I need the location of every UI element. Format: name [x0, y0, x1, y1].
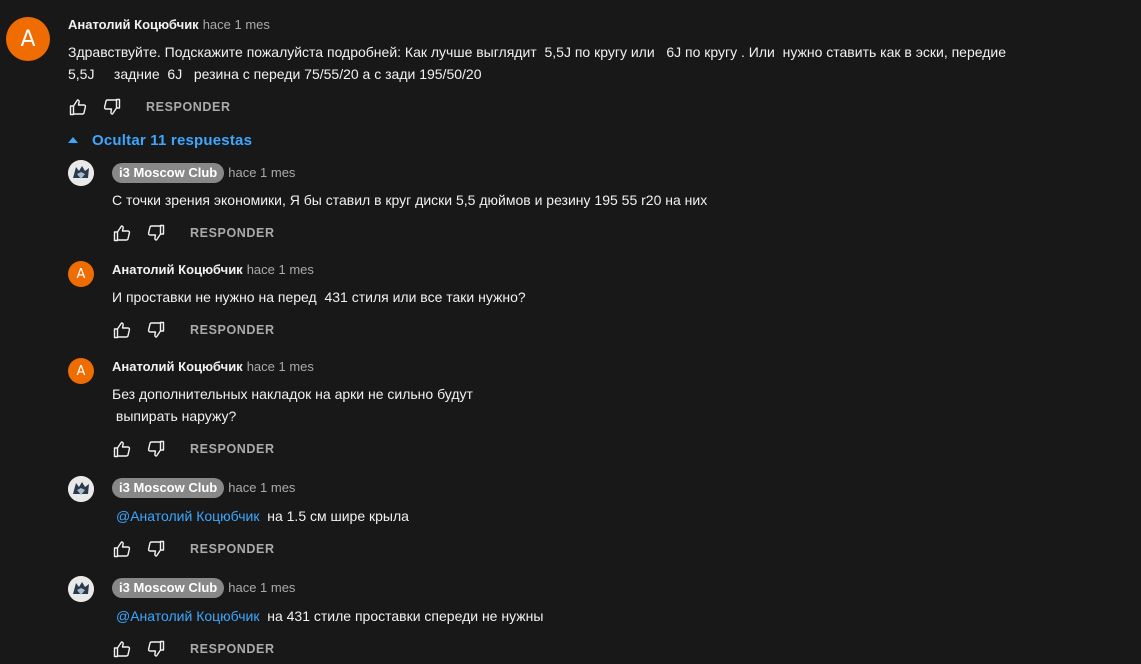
channel-logo-avatar[interactable] — [68, 160, 94, 186]
reply-text-body: С точки зрения экономики, Я бы ставил в … — [112, 192, 708, 208]
wolf-logo-icon — [68, 576, 94, 602]
thumbs-up-icon[interactable] — [112, 223, 132, 243]
reply-button[interactable]: RESPONDER — [190, 323, 275, 337]
channel-owner-badge[interactable]: i3 Moscow Club — [112, 163, 225, 183]
reply-text: С точки зрения экономики, Я бы ставил в … — [112, 189, 707, 211]
thumbs-up-icon[interactable] — [112, 320, 132, 340]
author-name[interactable]: Анатолий Коцюбчик — [112, 359, 243, 374]
channel-logo-avatar[interactable] — [68, 576, 94, 602]
avatar-letter: A — [20, 26, 36, 52]
avatar-letter: A — [76, 266, 86, 282]
reply-actions: RESPONDER — [112, 439, 275, 459]
reply-button[interactable]: RESPONDER — [190, 442, 275, 456]
reply-actions: RESPONDER — [112, 539, 275, 559]
comment-text-line: 5,5J задние 6J резина с переди 75/55/20 … — [68, 66, 482, 82]
thumbs-down-icon[interactable] — [146, 320, 166, 340]
reply-time[interactable]: hace 1 mes — [228, 480, 295, 495]
reply-button[interactable]: RESPONDER — [190, 226, 275, 240]
author-avatar[interactable]: A — [68, 358, 94, 384]
thumbs-down-icon[interactable] — [146, 223, 166, 243]
user-mention-link[interactable]: @Анатолий Коцюбчик — [116, 508, 259, 524]
thumbs-up-icon[interactable] — [112, 539, 132, 559]
avatar-letter: A — [76, 363, 86, 379]
comment-header: Анатолий Коцюбчик hace 1 mes — [68, 16, 270, 34]
hide-replies-button[interactable]: Ocultar 11 respuestas — [66, 129, 252, 151]
reply-header: i3 Moscow Club hace 1 mes — [112, 578, 295, 598]
reply-actions: RESPONDER — [112, 639, 275, 659]
channel-logo-avatar[interactable] — [68, 476, 94, 502]
comment-text-line: Здравствуйте. Подскажите пожалуйста подр… — [68, 44, 1006, 60]
reply-header: Анатолий Коцюбчик hace 1 mes — [112, 261, 314, 279]
reply-text-body: на 1.5 см шире крыла — [259, 508, 409, 524]
author-avatar[interactable]: A — [68, 261, 94, 287]
comment-actions: RESPONDER — [68, 97, 231, 117]
reply-button[interactable]: RESPONDER — [190, 642, 275, 656]
reply-text: @Анатолий Коцюбчик на 1.5 см шире крыла — [116, 505, 409, 527]
reply-text: @Анатолий Коцюбчик на 431 стиле проставк… — [116, 605, 543, 627]
wolf-logo-icon — [68, 476, 94, 502]
thumbs-down-icon[interactable] — [146, 539, 166, 559]
reply-text-line: Без дополнительных накладок на арки не с… — [112, 386, 473, 402]
author-avatar[interactable]: A — [6, 17, 50, 61]
wolf-logo-icon — [68, 160, 94, 186]
author-name[interactable]: Анатолий Коцюбчик — [112, 262, 243, 277]
thumbs-up-icon[interactable] — [68, 97, 88, 117]
author-name[interactable]: Анатолий Коцюбчик — [68, 17, 199, 32]
reply-text-line: выпирать наружу? — [112, 408, 237, 424]
hide-replies-label: Ocultar 11 respuestas — [92, 131, 253, 149]
reply-time[interactable]: hace 1 mes — [247, 359, 314, 374]
reply-actions: RESPONDER — [112, 320, 275, 340]
thumbs-up-icon[interactable] — [112, 439, 132, 459]
thumbs-down-icon[interactable] — [146, 639, 166, 659]
caret-up-icon — [68, 137, 78, 143]
thumbs-up-icon[interactable] — [112, 639, 132, 659]
reply-time[interactable]: hace 1 mes — [228, 165, 295, 180]
reply-time[interactable]: hace 1 mes — [247, 262, 314, 277]
thumbs-down-icon[interactable] — [146, 439, 166, 459]
channel-owner-badge[interactable]: i3 Moscow Club — [112, 578, 225, 598]
reply-button[interactable]: RESPONDER — [146, 100, 231, 114]
reply-header: i3 Moscow Club hace 1 mes — [112, 163, 295, 183]
comment-time[interactable]: hace 1 mes — [203, 17, 270, 32]
reply-time[interactable]: hace 1 mes — [228, 580, 295, 595]
thumbs-down-icon[interactable] — [102, 97, 122, 117]
comments-thread: A Анатолий Коцюбчик hace 1 mes Здравствуй… — [0, 0, 1141, 664]
reply-header: Анатолий Коцюбчик hace 1 mes — [112, 358, 314, 376]
channel-owner-badge[interactable]: i3 Moscow Club — [112, 478, 225, 498]
user-mention-link[interactable]: @Анатолий Коцюбчик — [116, 608, 259, 624]
reply-actions: RESPONDER — [112, 223, 275, 243]
reply-header: i3 Moscow Club hace 1 mes — [112, 478, 295, 498]
reply-text-body: на 431 стиле проставки спереди не нужны — [259, 608, 544, 624]
reply-text: И проставки не нужно на перед 431 стиля … — [112, 289, 526, 305]
reply-button[interactable]: RESPONDER — [190, 542, 275, 556]
